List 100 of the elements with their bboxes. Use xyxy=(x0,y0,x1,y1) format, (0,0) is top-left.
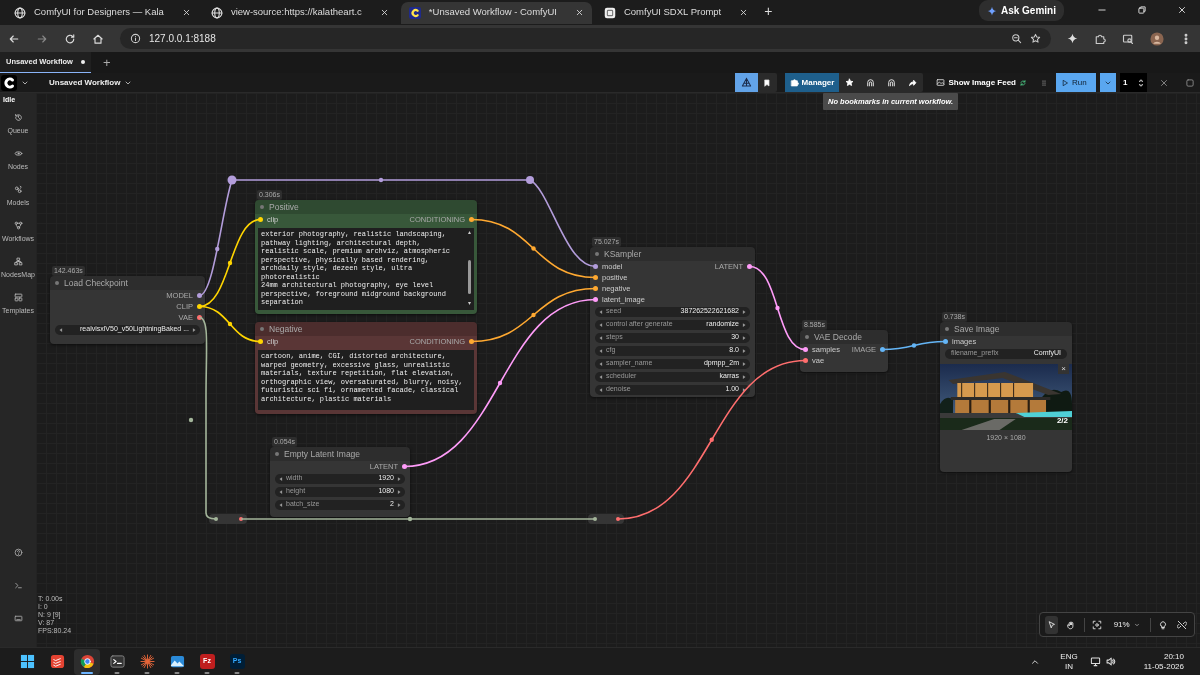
models-icon xyxy=(13,185,23,195)
focus-mode-button[interactable] xyxy=(734,73,758,92)
input-slot[interactable] xyxy=(803,358,808,363)
close-icon[interactable] xyxy=(379,8,389,17)
taskbar-button[interactable] xyxy=(74,648,100,675)
output-slot[interactable] xyxy=(197,315,202,320)
assistant-button[interactable]: Ask Gemini xyxy=(978,0,1064,21)
region-text[interactable]: IN xyxy=(1060,661,1078,672)
input-slot[interactable] xyxy=(803,347,808,352)
image-feed-button[interactable]: Show Image Feed xyxy=(931,73,1032,92)
reroute-node[interactable] xyxy=(588,514,624,524)
sync-icon xyxy=(1019,78,1027,87)
close-icon[interactable] xyxy=(574,8,584,17)
zoom-icon[interactable] xyxy=(1011,33,1022,44)
run-button[interactable]: Run xyxy=(1056,73,1096,92)
batch-count-field[interactable]: 1 xyxy=(1120,73,1147,92)
browser-tab[interactable]: ComfyUI SDXL Prompt xyxy=(595,1,757,24)
connection-wire[interactable] xyxy=(470,287,597,343)
workflow-menu-button[interactable]: Unsaved Workflow xyxy=(49,78,133,87)
address-field[interactable]: 127.0.0.1:8188 xyxy=(120,28,1051,49)
browser-tab[interactable]: view-source:https://kalatheart.c xyxy=(202,1,397,24)
language-text[interactable]: ENG xyxy=(1060,651,1078,662)
add-workflow-button[interactable]: + xyxy=(102,56,111,69)
forward-icon[interactable] xyxy=(36,32,48,45)
restore-icon[interactable] xyxy=(1137,4,1147,15)
connection-wire[interactable] xyxy=(881,340,947,351)
reload-icon[interactable] xyxy=(64,32,76,45)
reading-list-icon[interactable] xyxy=(1122,32,1134,45)
triangle-icon xyxy=(740,77,752,88)
monitor-icon[interactable] xyxy=(1089,656,1101,667)
help-icon[interactable] xyxy=(13,548,23,557)
close-icon[interactable] xyxy=(1177,4,1187,15)
sparkle-icon xyxy=(986,5,997,16)
collapse-dot[interactable] xyxy=(805,335,809,339)
close-icon[interactable] xyxy=(739,8,749,17)
collapse-dot[interactable] xyxy=(55,281,59,285)
output-slot[interactable] xyxy=(197,293,202,298)
select-tool-button[interactable] xyxy=(1045,615,1059,634)
new-tab-button[interactable]: + xyxy=(764,3,773,18)
node-panel[interactable] xyxy=(255,200,477,314)
share-icon[interactable] xyxy=(908,78,918,87)
input-slot[interactable] xyxy=(593,275,598,280)
play-icon xyxy=(1061,78,1069,87)
input-slot[interactable] xyxy=(258,339,263,344)
arch-icon[interactable] xyxy=(866,78,876,87)
collapse-dot[interactable] xyxy=(945,327,949,331)
node-title: Load Checkpoint xyxy=(64,276,128,290)
collapse-dot[interactable] xyxy=(275,452,279,456)
input-slot[interactable] xyxy=(593,264,598,269)
output-slot[interactable] xyxy=(402,464,407,469)
output-slot[interactable] xyxy=(197,304,202,309)
back-icon[interactable] xyxy=(8,32,20,45)
decrement-arrow-icon[interactable] xyxy=(58,326,64,333)
node-panel[interactable] xyxy=(255,322,477,414)
clock-time[interactable]: 20:10 xyxy=(1163,651,1184,662)
info-icon[interactable] xyxy=(130,33,141,44)
connection-wire[interactable] xyxy=(240,516,597,522)
sparkle-icon[interactable] xyxy=(1067,33,1078,44)
terminal-icon[interactable] xyxy=(13,581,23,590)
home-icon[interactable] xyxy=(92,32,104,45)
keyboard-icon[interactable] xyxy=(13,614,23,623)
scrollbar[interactable] xyxy=(467,230,472,306)
node-title: VAE Decode xyxy=(814,330,863,344)
input-slot[interactable] xyxy=(593,297,598,302)
browser-tab[interactable]: *Unsaved Workflow - ComfyUI xyxy=(400,1,592,24)
collapse-dot[interactable] xyxy=(260,205,264,209)
square-icon[interactable] xyxy=(1185,77,1195,88)
input-slot[interactable] xyxy=(593,286,598,291)
collapse-dot[interactable] xyxy=(595,252,599,256)
manager-button[interactable]: Manager xyxy=(784,73,840,92)
close-icon[interactable] xyxy=(181,8,191,17)
star-icon[interactable] xyxy=(1030,33,1041,44)
clock-date[interactable]: 11-05-2026 xyxy=(1143,661,1184,672)
zoom-button[interactable]: 91% xyxy=(1109,618,1144,631)
output-slot[interactable] xyxy=(469,339,474,344)
avatar-icon[interactable] xyxy=(1150,31,1164,46)
image-counter: 2/2 xyxy=(1056,415,1068,427)
increment-arrow-icon[interactable] xyxy=(191,326,197,333)
template-icon xyxy=(13,293,23,303)
output-slot[interactable] xyxy=(880,347,885,352)
extensions-icon[interactable] xyxy=(1094,32,1106,45)
fit-view-icon xyxy=(1091,619,1102,630)
arch-icon[interactable] xyxy=(887,78,897,87)
node-title: Positive xyxy=(269,200,299,214)
start-icon xyxy=(19,654,35,669)
close-button[interactable]: × xyxy=(1058,364,1069,374)
globe-icon xyxy=(14,6,26,19)
output-slot[interactable] xyxy=(469,217,474,222)
node-title: Empty Latent Image xyxy=(284,447,361,461)
logo-icon xyxy=(1,74,17,91)
collapse-dot[interactable] xyxy=(260,327,264,331)
output-slot[interactable] xyxy=(747,264,752,269)
input-slot[interactable] xyxy=(258,217,263,222)
input-slot[interactable] xyxy=(943,339,948,344)
speaker-icon[interactable] xyxy=(1104,656,1116,667)
node-title: Negative xyxy=(269,322,303,336)
reroute-node[interactable] xyxy=(209,514,247,524)
terminal-icon xyxy=(109,654,125,669)
browser-tab[interactable]: ComfyUI for Designers — Kala xyxy=(6,1,199,24)
logo-menu-button[interactable] xyxy=(1,74,29,91)
